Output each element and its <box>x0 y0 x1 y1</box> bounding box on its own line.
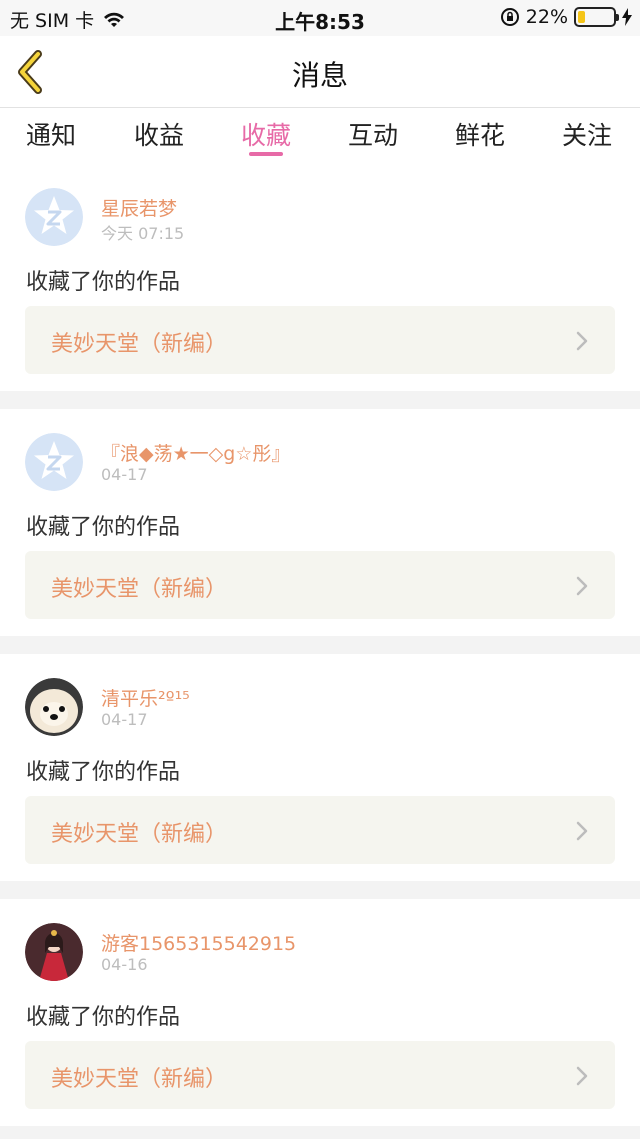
active-tab-indicator <box>249 152 283 156</box>
timestamp: 04-17 <box>101 465 148 484</box>
avatar[interactable] <box>25 923 83 981</box>
page-title: 消息 <box>291 59 348 92</box>
avatar[interactable] <box>25 188 83 246</box>
nav-bar: 消息 <box>0 36 640 108</box>
message-text: 收藏了你的作品 <box>26 270 181 295</box>
work-title: 美妙天堂（新编） <box>51 1067 228 1092</box>
qq-default-avatar-icon <box>25 188 83 246</box>
tab-interactions[interactable]: 互动 <box>323 116 423 152</box>
timestamp: 今天 07:15 <box>101 224 185 243</box>
username[interactable]: 『浪◆荡★一◇g☆彤』 <box>101 439 290 466</box>
work-link[interactable]: 美妙天堂（新编） <box>25 796 615 864</box>
tab-bar: 通知 收益 收藏 互动 鲜花 关注 <box>0 108 640 164</box>
battery-icon <box>574 7 619 27</box>
status-bar: 无 SIM 卡 上午8:53 22% <box>0 0 640 36</box>
red-dress-girl-avatar-icon <box>25 923 83 981</box>
chevron-right-icon <box>576 576 588 596</box>
puppy-avatar-icon <box>25 678 83 736</box>
username[interactable]: 游客1565315542915 <box>101 929 296 956</box>
orientation-lock-icon <box>500 8 519 26</box>
battery-level <box>578 11 585 23</box>
list-item: 『浪◆荡★一◇g☆彤』 04-17 收藏了你的作品 美妙天堂（新编） <box>0 409 640 636</box>
message-text: 收藏了你的作品 <box>26 760 181 785</box>
tab-flowers[interactable]: 鲜花 <box>430 116 530 152</box>
qq-default-avatar-icon <box>25 433 83 491</box>
username[interactable]: 清平乐²º¹⁵ <box>101 684 190 711</box>
chevron-right-icon <box>576 1066 588 1086</box>
message-text: 收藏了你的作品 <box>26 1005 181 1030</box>
battery-percent: 22% <box>525 6 568 28</box>
list-item: 清平乐²º¹⁵ 04-17 收藏了你的作品 美妙天堂（新编） <box>0 654 640 881</box>
timestamp: 04-16 <box>101 955 148 974</box>
work-title: 美妙天堂（新编） <box>51 822 228 847</box>
username[interactable]: 星辰若梦 <box>101 194 177 221</box>
work-title: 美妙天堂（新编） <box>51 332 228 357</box>
chevron-right-icon <box>576 821 588 841</box>
work-link[interactable]: 美妙天堂（新编） <box>25 551 615 619</box>
work-link[interactable]: 美妙天堂（新编） <box>25 1041 615 1109</box>
message-text: 收藏了你的作品 <box>26 515 181 540</box>
tab-favorites[interactable]: 收藏 <box>216 116 316 152</box>
work-title: 美妙天堂（新编） <box>51 577 228 602</box>
tab-earnings[interactable]: 收益 <box>109 116 209 152</box>
chevron-right-icon <box>576 331 588 351</box>
timestamp: 04-17 <box>101 710 148 729</box>
list-item: 游客1565315542915 04-16 收藏了你的作品 美妙天堂（新编） <box>0 899 640 1126</box>
avatar[interactable] <box>25 433 83 491</box>
tab-following[interactable]: 关注 <box>537 116 637 152</box>
avatar[interactable] <box>25 678 83 736</box>
tab-notifications[interactable]: 通知 <box>1 116 101 152</box>
charging-bolt-icon <box>622 8 632 26</box>
work-link[interactable]: 美妙天堂（新编） <box>25 306 615 374</box>
list-item: 星辰若梦 今天 07:15 收藏了你的作品 美妙天堂（新编） <box>0 164 640 391</box>
